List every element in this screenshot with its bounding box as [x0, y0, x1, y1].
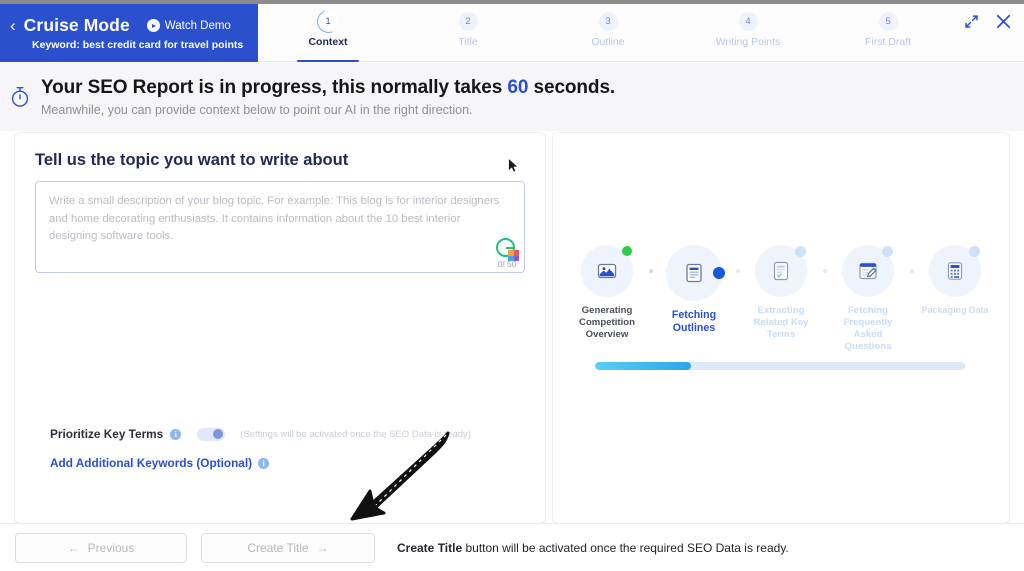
step-writing-points[interactable]: 4 Writing Points	[678, 4, 818, 62]
stage-fetching-outlines: Fetching Outlines	[660, 245, 728, 335]
footer-hint: Create Title button will be activated on…	[397, 541, 789, 555]
banner-seconds: 60	[507, 77, 529, 98]
stage-label-4: Fetching Frequently Asked Questions	[843, 305, 893, 352]
step-number-1: 1	[318, 12, 338, 31]
expand-icon[interactable]	[964, 14, 979, 33]
step-number-4: 4	[738, 12, 758, 31]
step-label-first-draft: First Draft	[864, 36, 912, 48]
context-form-panel: Tell us the topic you want to write abou…	[15, 133, 545, 523]
grammarly-icon	[496, 238, 519, 261]
stage-label-2: Fetching Outlines	[671, 309, 717, 335]
footer-bar: ← Previous Create Title → Create Title b…	[0, 523, 1024, 571]
window-controls	[964, 13, 1012, 34]
keyword-line: Keyword: best credit card for travel poi…	[32, 39, 244, 51]
stage-packaging-data: Packaging Data	[921, 245, 989, 316]
step-title[interactable]: 2 Title	[398, 4, 538, 62]
step-number-3: 3	[598, 12, 618, 31]
watch-demo-label: Watch Demo	[164, 19, 231, 32]
info-icon[interactable]: i	[258, 457, 270, 469]
step-number-2: 2	[458, 12, 478, 31]
step-label-outline: Outline	[591, 36, 625, 48]
topic-placeholder: Write a small description of your blog t…	[49, 195, 500, 242]
stage-disc-4	[842, 245, 894, 297]
stage-list: Generating Competition Overview Fetching…	[573, 245, 989, 353]
mouse-cursor	[508, 159, 518, 172]
stage-status-dot-done	[622, 246, 632, 256]
arrow-left-icon: ←	[67, 540, 80, 555]
stage-separator	[822, 269, 827, 273]
stage-separator	[648, 269, 653, 273]
close-icon[interactable]	[995, 13, 1012, 34]
stage-disc-3	[755, 245, 807, 297]
add-additional-keywords-row[interactable]: Add Additional Keywords (Optional) i	[50, 456, 270, 470]
play-icon	[146, 19, 160, 32]
chevron-left-icon[interactable]: ‹	[10, 17, 16, 34]
topic-description-textarea[interactable]: Write a small description of your blog t…	[35, 181, 525, 273]
cruise-mode-window: ‹ Cruise Mode Watch Demo Keyword: best c…	[0, 0, 1024, 571]
app-header: ‹ Cruise Mode Watch Demo Keyword: best c…	[0, 4, 1024, 62]
step-label-title: Title	[458, 36, 478, 48]
hand-drawn-arrow-icon	[350, 431, 450, 521]
stage-separator	[909, 269, 914, 273]
active-step-underline	[297, 59, 359, 62]
seo-report-banner: Your SEO Report is in progress, this nor…	[0, 63, 1024, 131]
footer-hint-rest: button will be activated once the requir…	[462, 540, 789, 555]
stage-label-3: Extracting Related Key Terms	[753, 305, 809, 340]
banner-headline-pre: Your SEO Report is in progress, this nor…	[41, 77, 508, 98]
arrow-right-icon: →	[316, 540, 329, 555]
create-title-button[interactable]: Create Title →	[201, 532, 375, 563]
document-icon	[686, 263, 702, 283]
prioritize-key-terms-toggle[interactable]	[197, 427, 226, 441]
stage-label-1: Generating Competition Overview	[579, 305, 635, 340]
calculator-icon	[947, 262, 963, 280]
step-label-context: Context	[308, 36, 348, 48]
stage-status-dot-pending	[882, 246, 893, 257]
stage-extracting-related-key-terms: Extracting Related Key Terms	[747, 245, 815, 341]
edit-window-icon	[859, 262, 877, 280]
watch-demo-button[interactable]: Watch Demo	[146, 19, 231, 32]
previous-label: Previous	[87, 540, 135, 555]
stage-label-5: Packaging Data	[921, 305, 989, 315]
step-context[interactable]: 1 Context	[258, 4, 398, 62]
previous-button[interactable]: ← Previous	[15, 532, 187, 563]
stage-disc-1	[581, 245, 633, 297]
stage-generating-competition-overview: Generating Competition Overview	[573, 245, 641, 341]
stage-disc-5	[929, 245, 981, 297]
create-title-label: Create Title	[247, 540, 309, 555]
stopwatch-icon	[11, 87, 29, 107]
stage-fetching-faq: Fetching Frequently Asked Questions	[834, 245, 902, 353]
step-number-5: 5	[878, 12, 898, 31]
stage-status-dot-pending	[795, 246, 806, 257]
info-icon[interactable]: i	[170, 428, 182, 440]
cruise-mode-title: Cruise Mode	[23, 15, 130, 35]
add-additional-keywords-label: Add Additional Keywords (Optional)	[50, 456, 253, 470]
step-first-draft[interactable]: 5 First Draft	[818, 4, 958, 62]
footer-hint-bold: Create Title	[397, 540, 463, 555]
step-label-writing-points: Writing Points	[715, 36, 781, 48]
grammarly-widget[interactable]: 0/ 50	[496, 238, 519, 269]
checklist-icon	[773, 261, 789, 281]
banner-subtext: Meanwhile, you can provide context below…	[41, 103, 473, 117]
stage-status-dot-active	[713, 267, 725, 279]
seo-progress-bar	[595, 362, 965, 370]
banner-headline: Your SEO Report is in progress, this nor…	[41, 77, 615, 99]
prioritize-key-terms-label: Prioritize Key Terms	[50, 427, 164, 441]
step-progress-nav: 1 Context 2 Title 3 Outline 4 Writing Po…	[258, 4, 958, 62]
banner-headline-post: seconds.	[528, 77, 616, 98]
stage-separator	[735, 269, 740, 273]
stage-disc-2	[666, 245, 725, 301]
step-outline[interactable]: 3 Outline	[538, 4, 678, 62]
seo-progress-panel: Generating Competition Overview Fetching…	[553, 133, 1009, 523]
seo-progress-fill	[595, 362, 692, 370]
panel-title: Tell us the topic you want to write abou…	[35, 151, 349, 169]
chart-image-icon	[597, 263, 617, 279]
cruise-mode-panel: ‹ Cruise Mode Watch Demo Keyword: best c…	[0, 4, 258, 62]
stage-status-dot-pending	[969, 246, 980, 257]
